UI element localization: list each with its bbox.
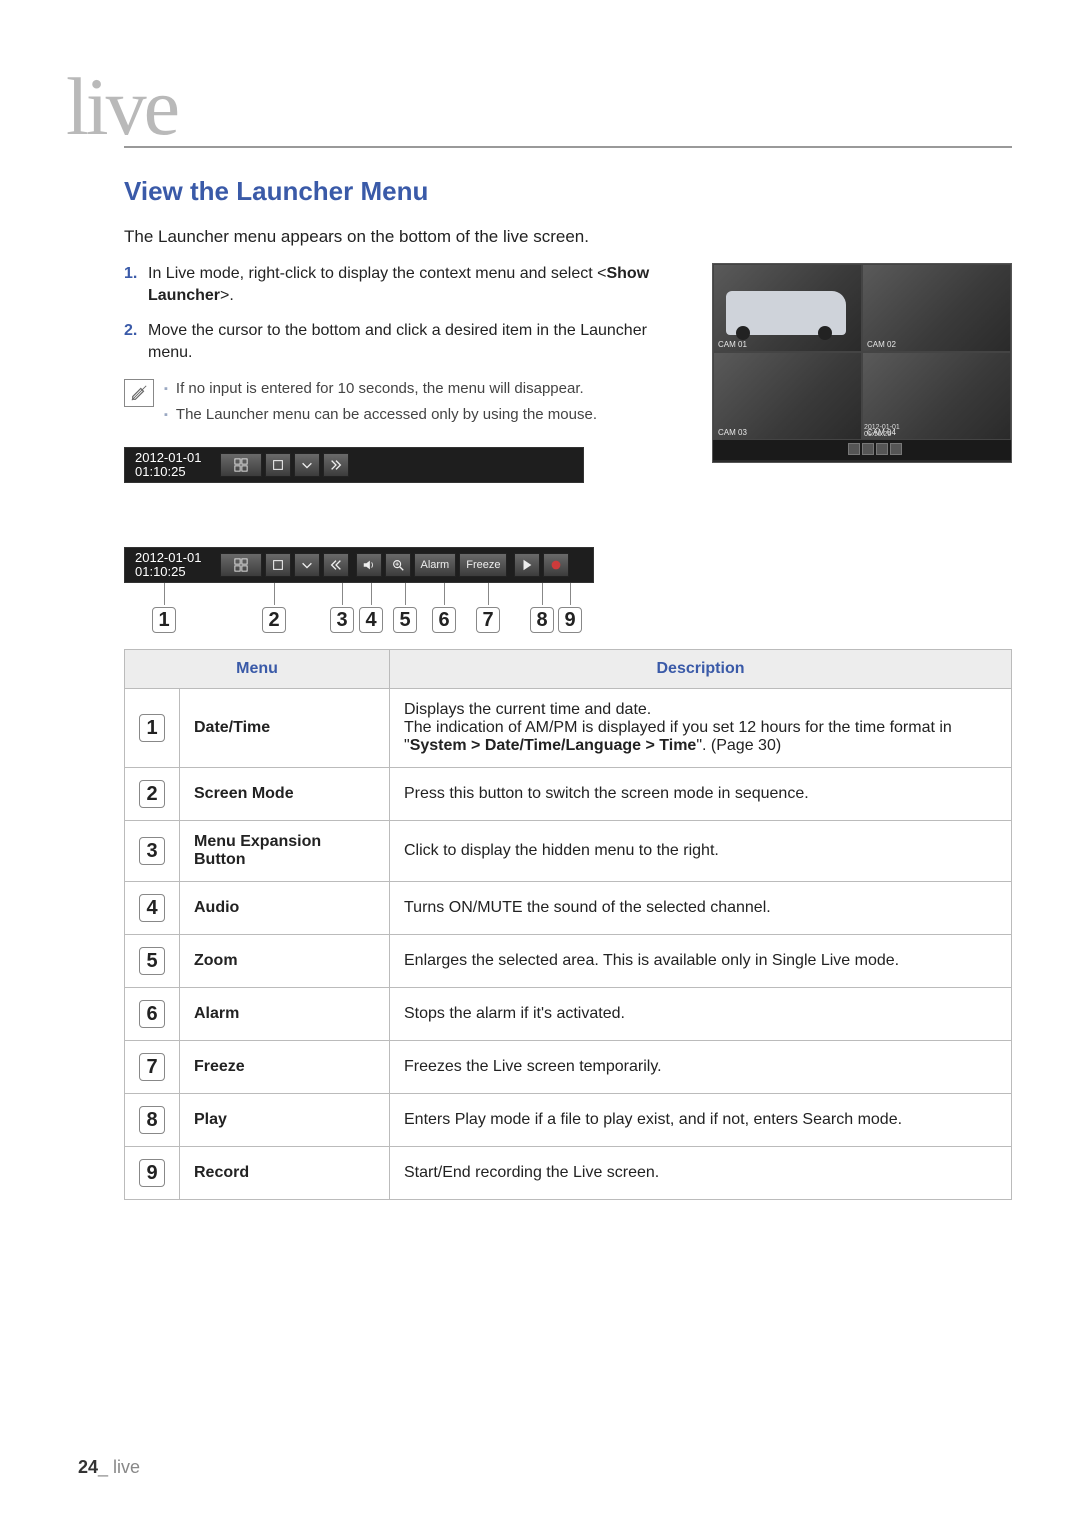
row-menu: Audio [180, 882, 390, 935]
row-number: 1 [139, 714, 165, 742]
row-desc: Enters Play mode if a file to play exist… [390, 1094, 1012, 1147]
dvr-cam-cell: CAM 01 [713, 264, 862, 352]
launcher-timestamp: 2012-01-01 01:10:25 [135, 451, 202, 480]
table-header-menu: Menu [125, 650, 390, 689]
screen-single-icon[interactable] [265, 553, 291, 577]
annotation-number: 6 [432, 607, 456, 633]
expand-icon[interactable] [323, 453, 349, 477]
table-row: 9 RecordStart/End recording the Live scre… [125, 1147, 1012, 1200]
table-row: 2 Screen ModePress this button to switch … [125, 768, 1012, 821]
step-text-post: >. [220, 287, 234, 304]
row-desc: Enlarges the selected area. This is avai… [390, 935, 1012, 988]
row-number: 4 [139, 894, 165, 922]
table-row: 3 Menu Expansion ButtonClick to display t… [125, 821, 1012, 882]
note-item: The Launcher menu can be accessed only b… [164, 405, 597, 425]
dvr-cam-cell: CAM 02 [862, 264, 1011, 352]
collapse-icon[interactable] [323, 553, 349, 577]
alarm-button[interactable]: Alarm [414, 553, 457, 577]
row-number: 8 [139, 1106, 165, 1134]
annotation-number: 4 [359, 607, 383, 633]
row-menu: Date/Time [180, 689, 390, 768]
launcher-timestamp: 2012-01-01 01:10:25 [135, 551, 202, 580]
table-header-desc: Description [390, 650, 1012, 689]
row-number: 7 [139, 1053, 165, 1081]
screen-single-icon[interactable] [265, 453, 291, 477]
row-number: 6 [139, 1000, 165, 1028]
row-menu: Record [180, 1147, 390, 1200]
notes-list: If no input is entered for 10 seconds, t… [164, 379, 597, 432]
table-row: 5 ZoomEnlarges the selected area. This is… [125, 935, 1012, 988]
page-title: View the Launcher Menu [124, 176, 1012, 207]
annotation-number: 8 [530, 607, 554, 633]
dvr-preview-screenshot: 2012-01-01 01:10:25 CAM 01 CAM 02 CAM 03… [712, 263, 1012, 463]
row-desc: Press this button to switch the screen m… [390, 768, 1012, 821]
row-desc: Start/End recording the Live screen. [390, 1147, 1012, 1200]
row-number: 9 [139, 1159, 165, 1187]
annotation-number: 5 [393, 607, 417, 633]
screen-4split-icon[interactable] [220, 453, 262, 477]
record-icon[interactable] [543, 553, 569, 577]
dropdown-icon[interactable] [294, 553, 320, 577]
launcher-bar-collapsed: 2012-01-01 01:10:25 [124, 447, 584, 483]
row-desc: Displays the current time and date. The … [390, 689, 1012, 768]
annotation-number: 2 [262, 607, 286, 633]
dvr-lower-timestamp: 2012-01-01 01:10:25 [864, 424, 900, 438]
row-desc: Turns ON/MUTE the sound of the selected … [390, 882, 1012, 935]
launcher-bar-expanded: 2012-01-01 01:10:25 AlarmFreeze [124, 547, 594, 583]
steps-list: 1. In Live mode, right-click to display … [124, 263, 686, 365]
row-menu: Screen Mode [180, 768, 390, 821]
table-row: 7 FreezeFreezes the Live screen temporari… [125, 1041, 1012, 1094]
step-number: 2. [124, 320, 148, 365]
dvr-launcher-mini [713, 440, 1011, 460]
screen-4split-icon[interactable] [220, 553, 262, 577]
description-table: Menu Description 1 Date/TimeDisplays the … [124, 649, 1012, 1200]
audio-icon[interactable] [356, 553, 382, 577]
note-icon [124, 379, 154, 407]
row-desc: Freezes the Live screen temporarily. [390, 1041, 1012, 1094]
freeze-button[interactable]: Freeze [459, 553, 507, 577]
page-footer: 24_ live [78, 1457, 140, 1478]
annotation-number: 1 [152, 607, 176, 633]
table-row: 1 Date/TimeDisplays the current time and … [125, 689, 1012, 768]
dvr-cam-cell: CAM 03 [713, 352, 862, 440]
intro-text: The Launcher menu appears on the bottom … [124, 227, 1012, 247]
section-header: live [66, 60, 1012, 154]
annotation-number: 9 [558, 607, 582, 633]
row-desc: Click to display the hidden menu to the … [390, 821, 1012, 882]
row-menu: Zoom [180, 935, 390, 988]
note-item: If no input is entered for 10 seconds, t… [164, 379, 597, 399]
table-row: 6 AlarmStops the alarm if it's activated. [125, 988, 1012, 1041]
row-number: 3 [139, 837, 165, 865]
step-number: 1. [124, 263, 148, 308]
annotation-number: 3 [330, 607, 354, 633]
step-2: 2. Move the cursor to the bottom and cli… [124, 320, 686, 365]
row-menu: Menu Expansion Button [180, 821, 390, 882]
row-number: 5 [139, 947, 165, 975]
table-row: 8 PlayEnters Play mode if a file to play … [125, 1094, 1012, 1147]
step-text: In Live mode, right-click to display the… [148, 265, 606, 282]
step-1: 1. In Live mode, right-click to display … [124, 263, 686, 308]
play-icon[interactable] [514, 553, 540, 577]
step-text: Move the cursor to the bottom and click … [148, 320, 686, 365]
header-rule [124, 146, 1012, 148]
dropdown-icon[interactable] [294, 453, 320, 477]
row-menu: Play [180, 1094, 390, 1147]
row-number: 2 [139, 780, 165, 808]
row-menu: Alarm [180, 988, 390, 1041]
zoom-icon[interactable] [385, 553, 411, 577]
row-menu: Freeze [180, 1041, 390, 1094]
table-row: 4 AudioTurns ON/MUTE the sound of the sel… [125, 882, 1012, 935]
annotation-number: 7 [476, 607, 500, 633]
row-desc: Stops the alarm if it's activated. [390, 988, 1012, 1041]
